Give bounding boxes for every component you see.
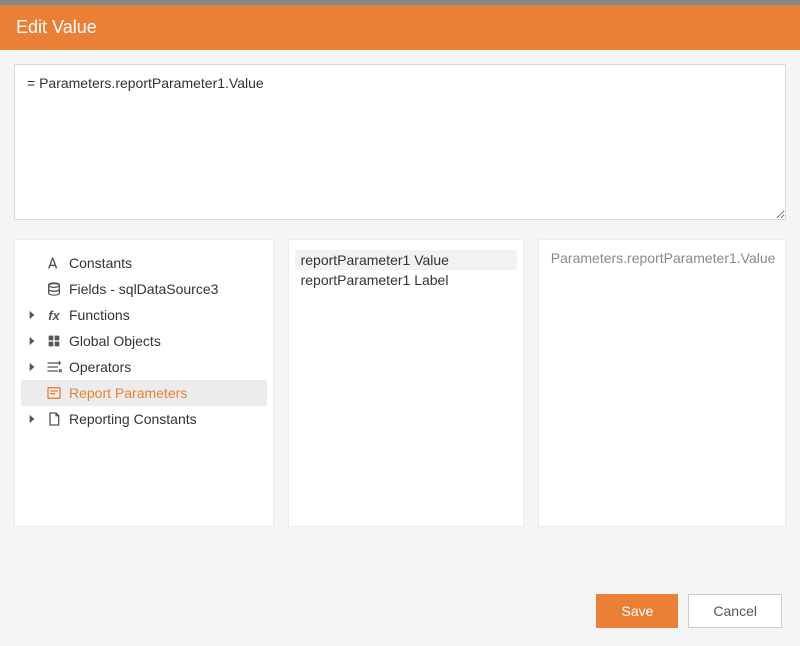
tree-item-label: Functions: [69, 307, 130, 323]
category-tree-panel: Constants Fields - sqlDataSource3 fx Fun…: [14, 239, 274, 527]
members-list-panel: reportParameter1 Value reportParameter1 …: [288, 239, 524, 527]
tree-item-report-parameters[interactable]: Report Parameters: [21, 380, 267, 406]
cancel-button[interactable]: Cancel: [688, 594, 782, 628]
tree-item-label: Fields - sqlDataSource3: [69, 281, 218, 297]
param-icon: [45, 384, 63, 402]
dialog-header: Edit Value: [0, 5, 800, 50]
tree-item-fields[interactable]: Fields - sqlDataSource3: [21, 276, 267, 302]
tree-item-global-objects[interactable]: Global Objects: [21, 328, 267, 354]
tree-item-reporting-constants[interactable]: Reporting Constants: [21, 406, 267, 432]
chevron-right-icon: [25, 411, 39, 427]
tree-item-label: Constants: [69, 255, 132, 271]
description-text: Parameters.reportParameter1.Value: [551, 250, 776, 266]
fx-icon: fx: [45, 306, 63, 324]
tree-item-label: Report Parameters: [69, 385, 187, 401]
tree-item-label: Reporting Constants: [69, 411, 197, 427]
dialog-title: Edit Value: [16, 17, 97, 37]
tree-item-functions[interactable]: fx Functions: [21, 302, 267, 328]
expression-input[interactable]: [14, 64, 786, 220]
chevron-right-icon: [25, 307, 39, 323]
report-icon: [45, 410, 63, 428]
chevron-right-icon: [25, 333, 39, 349]
list-item[interactable]: reportParameter1 Value: [295, 250, 517, 270]
list-item[interactable]: reportParameter1 Label: [295, 270, 517, 290]
database-icon: [45, 280, 63, 298]
save-button[interactable]: Save: [596, 594, 678, 628]
operators-icon: [45, 358, 63, 376]
tree-item-constants[interactable]: Constants: [21, 250, 267, 276]
description-panel: Parameters.reportParameter1.Value: [538, 239, 786, 527]
dialog-content: Constants Fields - sqlDataSource3 fx Fun…: [0, 50, 800, 541]
chevron-right-icon: [25, 359, 39, 375]
dialog-footer: Save Cancel: [596, 594, 782, 628]
tree-item-label: Global Objects: [69, 333, 161, 349]
tree-item-label: Operators: [69, 359, 131, 375]
globe-icon: [45, 332, 63, 350]
tree-item-operators[interactable]: Operators: [21, 354, 267, 380]
font-icon: [45, 254, 63, 272]
panels-row: Constants Fields - sqlDataSource3 fx Fun…: [14, 239, 786, 527]
